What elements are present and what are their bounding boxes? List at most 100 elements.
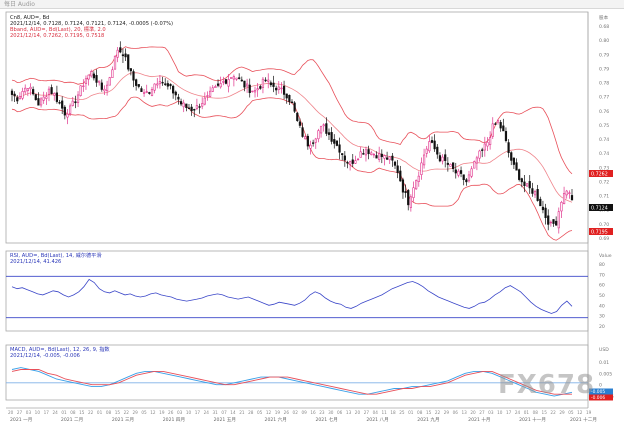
candle-body bbox=[428, 141, 431, 152]
candle-body bbox=[510, 152, 513, 161]
candle bbox=[452, 162, 455, 173]
price-axis-label: 0.79 bbox=[599, 52, 609, 58]
candle bbox=[444, 149, 447, 168]
candle bbox=[417, 171, 420, 187]
candle bbox=[124, 48, 127, 62]
candle-body bbox=[512, 157, 515, 165]
candle bbox=[465, 177, 468, 186]
candle-body bbox=[314, 138, 317, 143]
candle-body bbox=[21, 91, 24, 99]
candle bbox=[261, 77, 265, 94]
candle-body bbox=[327, 132, 331, 135]
candle bbox=[541, 200, 545, 214]
x-axis-day-label: 11 bbox=[381, 410, 387, 415]
candle-body bbox=[42, 96, 45, 101]
candle-body bbox=[201, 103, 204, 107]
candle-body bbox=[119, 47, 122, 53]
candle-body bbox=[264, 79, 267, 82]
candle bbox=[338, 137, 341, 160]
chart-canvas[interactable]: Cn8, AUD=, Bd 2021/12/14, 0.7128, 0.7124… bbox=[0, 0, 624, 425]
candle bbox=[459, 166, 463, 178]
candle bbox=[259, 84, 262, 90]
candle bbox=[39, 96, 43, 108]
price-tag: 0.7124 bbox=[589, 204, 613, 212]
candle-body bbox=[13, 93, 16, 97]
candle-body bbox=[520, 178, 523, 183]
candle-body bbox=[565, 190, 568, 196]
candle-body bbox=[507, 142, 510, 154]
candle-body bbox=[227, 79, 230, 87]
candle bbox=[74, 95, 77, 109]
candle-body bbox=[367, 149, 370, 155]
price-axis-label: 0.74 bbox=[599, 151, 609, 157]
candle-body bbox=[277, 86, 280, 90]
candle bbox=[565, 189, 568, 199]
candle-body bbox=[150, 88, 154, 96]
candle-body bbox=[280, 87, 283, 90]
candle-body bbox=[238, 77, 241, 79]
candle-body bbox=[230, 77, 233, 79]
candle bbox=[222, 76, 225, 86]
rsi-plot bbox=[6, 275, 588, 319]
x-axis-day-label: 07 bbox=[221, 410, 227, 415]
candle bbox=[380, 149, 383, 164]
candle bbox=[153, 83, 156, 94]
candle-body bbox=[267, 79, 270, 82]
candle bbox=[536, 184, 539, 202]
candle bbox=[555, 216, 558, 226]
candle-body bbox=[269, 82, 272, 86]
candle-body bbox=[29, 86, 32, 90]
x-axis-month-label: 2021 一月 bbox=[10, 417, 32, 423]
rsi-axis-label: 50 bbox=[599, 293, 605, 299]
candle-body bbox=[243, 80, 246, 88]
candle bbox=[473, 160, 476, 169]
x-axis-months: 2021 一月 2021 二月 2021 三月 2021 四月 2021 五月 2021 … bbox=[10, 416, 597, 423]
candle bbox=[105, 80, 109, 96]
rsi-axis-label: 80 bbox=[599, 262, 605, 268]
candle-body bbox=[467, 174, 471, 182]
candle-body bbox=[409, 196, 412, 208]
candle bbox=[140, 86, 143, 93]
macd-header-1: MACD, AUD=, Bd(Last), 12, 26, 9, 指数 bbox=[10, 345, 110, 353]
candle-body bbox=[116, 49, 119, 58]
candle-body bbox=[235, 77, 238, 80]
candle-body bbox=[301, 127, 304, 137]
candle-body bbox=[333, 139, 336, 144]
candle bbox=[53, 92, 56, 101]
candle-body bbox=[61, 100, 64, 109]
x-axis-day-label: 10 bbox=[186, 410, 192, 415]
candle-body bbox=[407, 190, 410, 206]
rsi-axis-label: 60 bbox=[599, 283, 605, 289]
candle-body bbox=[412, 187, 415, 198]
candle-body bbox=[58, 102, 61, 104]
candle-body bbox=[129, 68, 132, 72]
candle bbox=[92, 71, 95, 81]
candle bbox=[438, 152, 442, 163]
candle bbox=[539, 196, 542, 207]
candle-body bbox=[304, 136, 307, 140]
candle bbox=[341, 153, 344, 161]
x-axis-day-label: 19 bbox=[159, 410, 165, 415]
x-axis-month-label: 2021 四月 bbox=[163, 417, 185, 423]
candle bbox=[470, 166, 473, 179]
candle bbox=[119, 41, 122, 54]
rsi-axis-label: 30 bbox=[599, 314, 605, 320]
candle bbox=[240, 76, 243, 82]
candle-body bbox=[364, 149, 368, 156]
candle bbox=[116, 47, 119, 63]
candle-body bbox=[393, 161, 397, 166]
candle-body bbox=[570, 195, 574, 201]
candle-body bbox=[452, 162, 455, 170]
x-axis-day-label: 16 bbox=[310, 410, 316, 415]
candle-body bbox=[454, 169, 457, 174]
candle bbox=[330, 127, 333, 145]
candle-body bbox=[378, 153, 381, 160]
x-axis-day-label: 03 bbox=[177, 410, 183, 415]
candle bbox=[82, 79, 85, 92]
candle bbox=[211, 85, 214, 93]
x-axis-day-label: 13 bbox=[346, 410, 352, 415]
price-axis-label: 0.71 bbox=[599, 194, 609, 200]
candle-body bbox=[372, 153, 375, 156]
candle bbox=[335, 140, 339, 147]
candle bbox=[449, 163, 452, 167]
